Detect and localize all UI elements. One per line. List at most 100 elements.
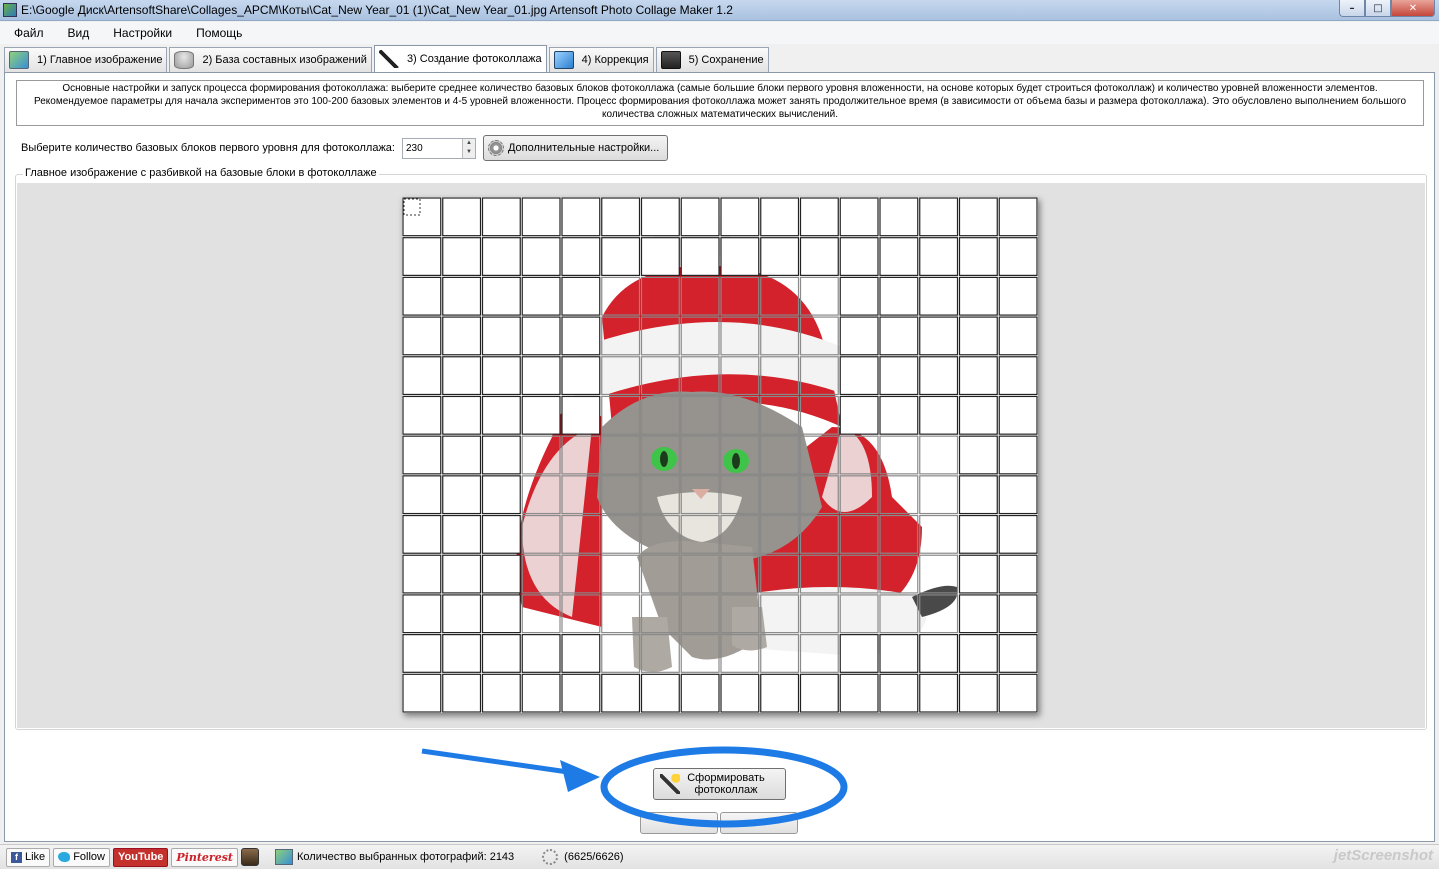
tab-main-image[interactable]: 1) Главное изображение [4, 47, 168, 72]
grid-block [998, 594, 1038, 634]
grid-block [680, 395, 720, 435]
grid-block [640, 594, 680, 634]
grid-block [879, 316, 919, 356]
facebook-like-button[interactable]: f Like [6, 847, 51, 867]
grid-block [998, 673, 1038, 713]
grid-block [561, 554, 601, 594]
grid-block [839, 594, 879, 634]
tab-label: 5) Сохранение [688, 54, 764, 66]
maximize-button[interactable]: □ [1365, 0, 1391, 17]
grid-block [521, 197, 561, 237]
grid-block [720, 237, 760, 276]
grid-block [799, 554, 839, 594]
grid-block [799, 435, 839, 475]
pinterest-button[interactable]: Pinterest [171, 847, 239, 867]
stepper-down-icon[interactable]: ▼ [462, 148, 475, 158]
menu-file[interactable]: Файл [0, 26, 54, 40]
grid-block [720, 634, 760, 673]
grid-block [442, 316, 482, 356]
grid-block [601, 475, 641, 515]
grid-block [998, 435, 1038, 475]
grid-block [402, 435, 442, 475]
grid-block [839, 197, 879, 237]
grid-block [561, 395, 601, 435]
advanced-settings-button[interactable]: Дополнительные настройки... [482, 135, 669, 161]
grid-block [760, 475, 800, 515]
grid-block [481, 276, 521, 316]
tab-save[interactable]: 5) Сохранение [655, 47, 769, 72]
grid-block [879, 356, 919, 396]
grid-block [839, 475, 879, 515]
grid-block [521, 594, 561, 634]
grid-block [720, 356, 760, 396]
close-button[interactable]: ✕ [1391, 0, 1435, 17]
tab-create-collage[interactable]: 3) Создание фотоколлажа [373, 45, 547, 72]
grid-block [720, 316, 760, 356]
photos-icon [275, 849, 294, 865]
grid-block [839, 237, 879, 276]
main-image-preview[interactable] [402, 197, 1038, 713]
tab-correction[interactable]: 4) Коррекция [548, 47, 654, 72]
menu-help[interactable]: Помощь [182, 26, 252, 40]
grid-block [680, 356, 720, 396]
grid-block [799, 634, 839, 673]
grid-block [481, 395, 521, 435]
grid-block [442, 197, 482, 237]
database-add-icon [174, 51, 195, 69]
grid-block [879, 554, 919, 594]
grid-block [680, 435, 720, 475]
grid-block [442, 356, 482, 396]
cube-icon [553, 51, 574, 69]
secondary-button[interactable] [640, 812, 718, 834]
blocks-count-value: 230 [405, 142, 423, 154]
grid-block [799, 395, 839, 435]
youtube-button[interactable]: YouTube [112, 847, 169, 867]
grid-block [481, 514, 521, 554]
follow-label: Follow [73, 851, 105, 863]
grid-block [760, 634, 800, 673]
secondary-button[interactable] [720, 812, 798, 834]
menu-view[interactable]: Вид [54, 26, 100, 40]
form-collage-button[interactable]: Сформировать фотоколлаж [653, 768, 786, 800]
grid-block [402, 356, 442, 396]
grid-block [521, 634, 561, 673]
grid-block [442, 435, 482, 475]
menu-settings[interactable]: Настройки [99, 26, 182, 40]
stepper-arrows[interactable]: ▲ ▼ [461, 138, 475, 158]
grid-block [919, 673, 959, 713]
progress-counter: (6625/6626) [564, 851, 624, 863]
grid-block [601, 316, 641, 356]
grid-block [640, 673, 680, 713]
tab-label: 1) Главное изображение [37, 54, 163, 66]
grid-block [640, 316, 680, 356]
grid-block [601, 594, 641, 634]
grid-block [601, 356, 641, 396]
grid-block [640, 276, 680, 316]
grid-block [640, 395, 680, 435]
grid-block [561, 197, 601, 237]
minimize-button[interactable]: – [1339, 0, 1365, 17]
grid-block [799, 197, 839, 237]
grid-block [958, 356, 998, 396]
grid-block [640, 435, 680, 475]
grid-block [958, 276, 998, 316]
instagram-icon[interactable] [241, 848, 260, 866]
grid-block [442, 395, 482, 435]
grid-block [521, 356, 561, 396]
grid-block [521, 475, 561, 515]
grid-block [799, 316, 839, 356]
grid-block [879, 237, 919, 276]
hidden-buttons [640, 812, 800, 834]
blocks-count-stepper[interactable]: 230 ▲ ▼ [401, 137, 476, 159]
twitter-follow-button[interactable]: Follow [53, 847, 110, 867]
grid-block [958, 554, 998, 594]
stepper-up-icon[interactable]: ▲ [462, 138, 475, 148]
grid-block [919, 475, 959, 515]
tab-image-database[interactable]: 2) База составных изображений [169, 47, 372, 72]
preview-group-label: Главное изображение с разбивкой на базов… [23, 167, 379, 179]
grid-block [640, 634, 680, 673]
grid-block [958, 316, 998, 356]
grid-block [720, 276, 760, 316]
grid-block [720, 554, 760, 594]
advanced-settings-label: Дополнительные настройки... [507, 142, 660, 154]
